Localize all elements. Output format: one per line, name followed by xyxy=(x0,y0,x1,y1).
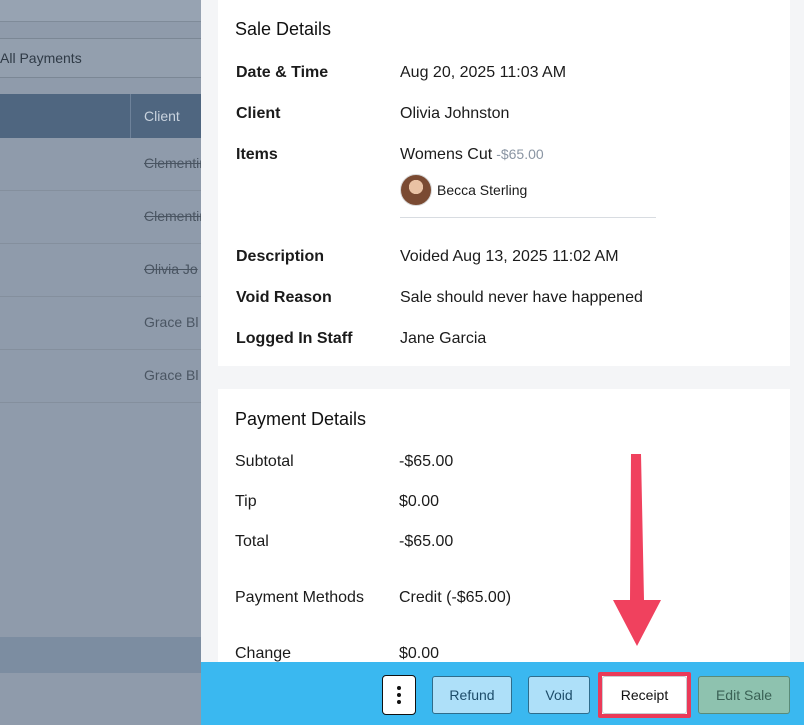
tip-label: Tip xyxy=(235,493,257,510)
description-label: Description xyxy=(236,248,325,265)
total-value: -$65.00 xyxy=(399,533,454,550)
background-band xyxy=(0,637,210,673)
receipt-button[interactable]: Receipt xyxy=(602,676,687,714)
void-reason-value: Sale should never have happened xyxy=(400,289,643,306)
payment-details-title: Payment Details xyxy=(235,409,367,429)
date-time-value: Aug 20, 2025 11:03 AM xyxy=(400,64,567,81)
items-divider xyxy=(400,217,656,218)
receipt-highlight-box: Receipt xyxy=(598,672,691,718)
table-row[interactable]: Grace Bl xyxy=(0,297,210,350)
column-header-client: Client xyxy=(144,108,180,124)
item-price: -$65.00 xyxy=(496,146,544,162)
payment-methods-label: Payment Methods xyxy=(235,589,364,606)
row-client: Olivia Jo xyxy=(144,261,198,277)
payments-list-background: All Payments Client Clementine Clementin… xyxy=(0,0,215,725)
items-label: Items xyxy=(236,146,278,163)
more-vertical-icon xyxy=(397,686,401,704)
more-options-button[interactable] xyxy=(382,675,416,715)
table-row[interactable]: Clementine xyxy=(0,138,215,191)
change-label: Change xyxy=(235,645,292,662)
payment-methods-value: Credit (-$65.00) xyxy=(399,589,512,606)
total-label: Total xyxy=(235,533,269,550)
item-staff: Becca Sterling xyxy=(400,174,527,206)
payments-filter[interactable]: All Payments xyxy=(0,38,210,78)
client-value: Olivia Johnston xyxy=(400,105,510,122)
drawer-footer: Refund Void Receipt Edit Sale xyxy=(201,662,804,725)
row-client: Grace Bl xyxy=(144,367,199,383)
subtotal-value: -$65.00 xyxy=(399,453,454,470)
table-row[interactable]: Clementine xyxy=(0,191,215,244)
sale-details-card: Sale Details Date & Time Aug 20, 2025 11… xyxy=(218,0,790,366)
item-name: Womens Cut xyxy=(400,146,493,163)
edit-sale-button[interactable]: Edit Sale xyxy=(698,676,790,714)
header-divider xyxy=(130,94,131,138)
table-row[interactable]: Olivia Jo xyxy=(0,244,210,297)
avatar xyxy=(400,174,432,206)
payment-details-card: Payment Details Subtotal -$65.00 Tip $0.… xyxy=(218,389,790,689)
annotation-arrow-icon xyxy=(613,454,661,646)
change-value: $0.00 xyxy=(399,645,440,662)
logged-in-staff-value: Jane Garcia xyxy=(400,330,487,347)
item-line: Womens Cut -$65.00 xyxy=(400,146,544,164)
table-row[interactable]: Grace Bl xyxy=(0,350,210,403)
date-time-label: Date & Time xyxy=(236,64,329,81)
payments-filter-label: All Payments xyxy=(0,50,82,66)
description-value: Voided Aug 13, 2025 11:02 AM xyxy=(400,248,619,265)
staff-name: Becca Sterling xyxy=(437,182,528,198)
subtotal-label: Subtotal xyxy=(235,453,294,470)
logged-in-staff-label: Logged In Staff xyxy=(236,330,353,347)
background-top-bar xyxy=(0,0,210,22)
void-button[interactable]: Void xyxy=(528,676,590,714)
row-client: Grace Bl xyxy=(144,314,199,330)
sale-details-title: Sale Details xyxy=(235,19,332,39)
void-reason-label: Void Reason xyxy=(236,289,332,306)
tip-value: $0.00 xyxy=(399,493,440,510)
payments-table-header: Client xyxy=(0,94,210,138)
refund-button[interactable]: Refund xyxy=(432,676,512,714)
sale-detail-drawer: Sale Details Date & Time Aug 20, 2025 11… xyxy=(201,0,804,725)
client-label: Client xyxy=(236,105,281,122)
